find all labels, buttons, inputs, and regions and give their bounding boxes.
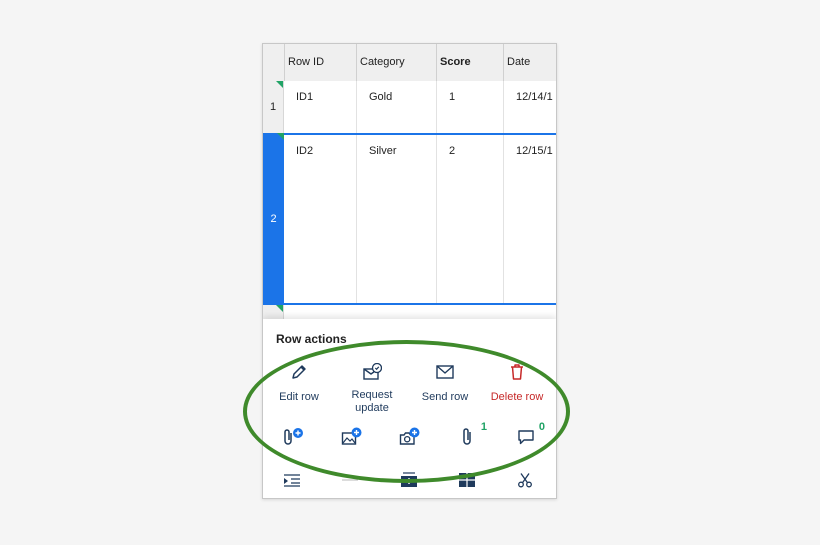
column-header-score[interactable]: Score bbox=[436, 44, 503, 81]
cell-date[interactable]: 12/14/1 bbox=[503, 81, 556, 133]
grid-header: Row ID Category Score Date bbox=[263, 44, 556, 82]
attach-file-plus-icon bbox=[283, 427, 305, 452]
request-update-label: Request update bbox=[351, 389, 393, 414]
row-indicator-icon bbox=[276, 81, 283, 88]
pencil-icon bbox=[263, 361, 339, 383]
cell-score[interactable]: 1 bbox=[436, 81, 503, 133]
column-header-date[interactable]: Date bbox=[503, 44, 556, 81]
envelope-icon bbox=[405, 361, 485, 383]
indent-icon bbox=[283, 473, 301, 492]
column-header-row-id[interactable]: Row ID bbox=[284, 44, 356, 81]
column-header-category[interactable]: Category bbox=[356, 44, 436, 81]
outdent-icon bbox=[341, 473, 359, 492]
delete-row-button[interactable]: Delete row bbox=[477, 361, 556, 404]
row-indicator-icon bbox=[277, 133, 284, 140]
cell-score[interactable]: 2 bbox=[436, 135, 503, 303]
insert-row-icon bbox=[400, 471, 418, 493]
delete-row-label: Delete row bbox=[490, 391, 544, 403]
attach-file-button[interactable] bbox=[279, 427, 309, 451]
comment-count: 0 bbox=[538, 421, 545, 433]
paperclip-icon bbox=[461, 427, 475, 452]
table-row[interactable]: ID1 Gold 1 12/14/1 bbox=[284, 81, 556, 133]
row-number-label: 1 bbox=[269, 101, 277, 113]
attach-image-plus-icon bbox=[341, 427, 363, 452]
cell-category[interactable]: Gold bbox=[356, 81, 436, 133]
attachment-count: 1 bbox=[480, 421, 487, 433]
bottom-toolbar bbox=[263, 464, 556, 498]
cell-date[interactable]: 12/15/1 bbox=[503, 135, 556, 303]
outdent-button[interactable] bbox=[335, 470, 365, 494]
attach-image-button[interactable] bbox=[337, 427, 367, 451]
send-row-button[interactable]: Send row bbox=[405, 361, 485, 404]
request-update-icon bbox=[332, 361, 412, 383]
cut-button[interactable] bbox=[510, 470, 540, 494]
send-row-label: Send row bbox=[421, 391, 469, 403]
trash-icon bbox=[477, 361, 556, 383]
cell-category[interactable]: Silver bbox=[356, 135, 436, 303]
camera-plus-icon bbox=[399, 427, 421, 452]
table-row-selected[interactable]: ID2 Silver 2 12/15/1 bbox=[284, 133, 556, 305]
comment-icon bbox=[517, 428, 535, 451]
comments-button[interactable]: 0 bbox=[511, 421, 545, 451]
row-number-1[interactable]: 1 bbox=[263, 81, 284, 133]
camera-button[interactable] bbox=[395, 427, 425, 451]
insert-row-button[interactable] bbox=[394, 470, 424, 494]
indent-button[interactable] bbox=[277, 470, 307, 494]
cell-row-id[interactable]: ID1 bbox=[284, 81, 356, 133]
edit-row-button[interactable]: Edit row bbox=[263, 361, 339, 404]
edit-row-label: Edit row bbox=[279, 391, 319, 403]
insert-grid-icon bbox=[458, 472, 476, 493]
insert-grid-button[interactable] bbox=[452, 470, 482, 494]
scissors-icon bbox=[517, 472, 533, 493]
mobile-screen: Row ID Category Score Date 1 ID1 Gold 1 … bbox=[262, 43, 557, 499]
cell-row-id[interactable]: ID2 bbox=[284, 135, 356, 303]
row-actions-sheet: Row actions Edit row Request update Send… bbox=[263, 319, 556, 498]
row-number-label: 2 bbox=[270, 213, 277, 225]
row-indicator-icon bbox=[276, 305, 283, 312]
sheet-title: Row actions bbox=[276, 332, 347, 346]
attachments-button[interactable]: 1 bbox=[453, 421, 487, 452]
row-number-2[interactable]: 2 bbox=[263, 133, 284, 305]
corner-cell bbox=[263, 44, 284, 81]
request-update-button[interactable]: Request update bbox=[332, 361, 412, 415]
